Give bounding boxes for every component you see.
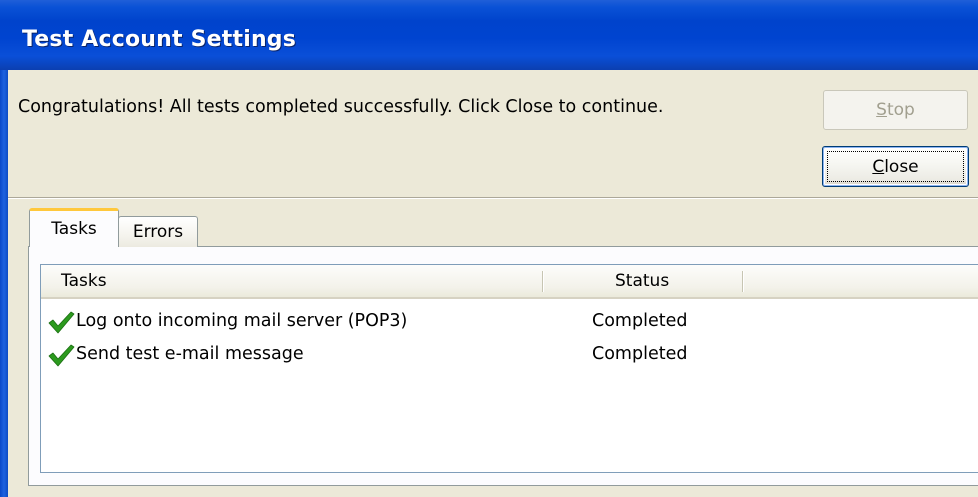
checkmark-icon [48,344,75,367]
task-status: Completed [592,311,688,331]
tab-tasks[interactable]: Tasks [29,208,119,247]
column-header-status[interactable]: Status [615,265,669,297]
tasks-list[interactable]: Tasks Status Log onto incoming mail serv… [40,264,978,473]
close-button-label: Close [872,156,919,177]
column-header-tasks[interactable]: Tasks [61,265,107,297]
tab-errors-label: Errors [132,222,184,242]
list-header: Tasks Status [41,265,978,299]
stop-button-label: Stop [876,100,915,120]
close-button[interactable]: Close [822,146,969,187]
task-name: Log onto incoming mail server (POP3) [76,311,408,331]
test-account-settings-dialog: Test Account Settings Congratulations! A… [0,0,978,497]
window-frame-left [0,70,8,497]
task-name: Send test e-mail message [76,344,304,364]
horizontal-separator [8,197,978,199]
stop-button[interactable]: Stop [823,90,968,130]
checkmark-icon [48,311,75,334]
tab-tasks-label: Tasks [51,219,97,239]
task-status: Completed [592,344,688,364]
tab-errors[interactable]: Errors [118,216,198,247]
column-divider[interactable] [742,271,743,292]
status-message: Congratulations! All tests completed suc… [18,97,664,117]
list-item[interactable]: Log onto incoming mail server (POP3) Com… [41,307,978,339]
column-divider[interactable] [542,271,543,292]
title-bar[interactable]: Test Account Settings [0,0,978,70]
dialog-title: Test Account Settings [22,27,297,52]
list-item[interactable]: Send test e-mail message Completed [41,340,978,372]
